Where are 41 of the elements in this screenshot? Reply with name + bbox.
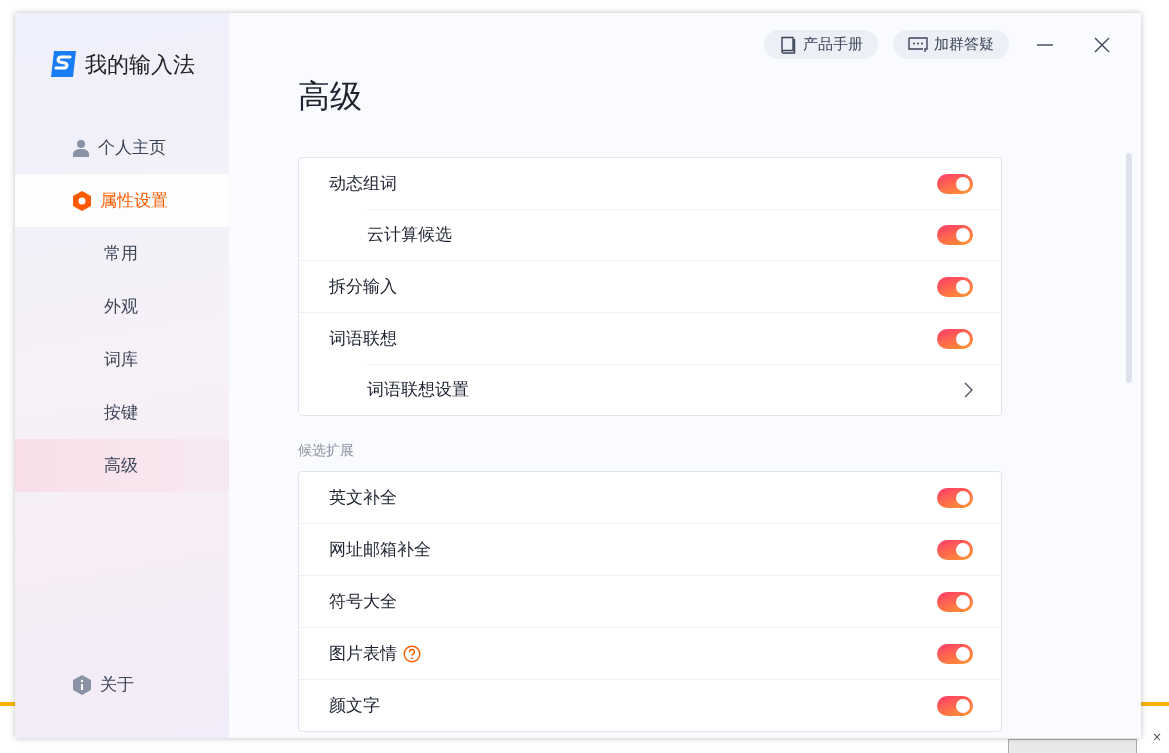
toggle-switch[interactable] — [937, 643, 973, 664]
about-item[interactable]: 关于 — [15, 658, 229, 711]
user-icon — [73, 138, 89, 157]
close-glyph[interactable]: × — [1152, 728, 1163, 746]
toggle-switch[interactable] — [937, 225, 973, 245]
sidebar-subitem[interactable]: 词库 — [15, 333, 229, 386]
toggle-switch[interactable] — [937, 276, 973, 297]
group-help-button[interactable]: 加群答疑 — [893, 30, 1009, 59]
app-name: 我的输入法 — [85, 50, 195, 79]
toggle-switch[interactable] — [937, 487, 973, 508]
toggle-switch[interactable] — [937, 591, 973, 612]
info-icon — [73, 674, 91, 695]
setting-label: 颜文字 — [329, 693, 380, 717]
hexagon-icon — [73, 190, 91, 211]
book-icon — [779, 35, 797, 54]
sub-setting-label: 词语联想设置 — [367, 378, 469, 402]
toggle-switch[interactable] — [937, 328, 973, 349]
sub-setting-label: 云计算候选 — [367, 223, 452, 247]
toggle-switch[interactable] — [937, 173, 973, 194]
chevron-right-icon[interactable] — [963, 382, 973, 398]
manual-button[interactable]: 产品手册 — [764, 30, 878, 59]
sidebar-subitem[interactable]: 高级 — [15, 439, 229, 492]
setting-label: 词语联想 — [329, 326, 397, 350]
toggle-switch[interactable] — [937, 695, 973, 716]
setting-label: 符号大全 — [329, 589, 397, 613]
setting-label: 网址邮箱补全 — [329, 537, 431, 561]
page-title: 高级 — [297, 76, 363, 117]
setting-label: 图片表情 — [329, 641, 397, 665]
chat-icon — [908, 35, 928, 54]
sidebar-item[interactable]: 个人主页 — [15, 121, 229, 174]
sidebar-subitem[interactable]: 常用 — [15, 227, 229, 280]
section-heading: 候选扩展 — [298, 441, 355, 460]
logo-icon — [49, 50, 79, 78]
close-icon[interactable] — [1093, 35, 1111, 54]
toggle-switch[interactable] — [937, 539, 973, 560]
setting-label: 英文补全 — [329, 485, 397, 509]
setting-label: 动态组词 — [329, 171, 397, 195]
setting-label: 拆分输入 — [329, 274, 397, 298]
sidebar-subitem[interactable]: 按键 — [15, 386, 229, 439]
sidebar-subitem[interactable]: 外观 — [15, 280, 229, 333]
scrollbar[interactable] — [1126, 153, 1132, 383]
